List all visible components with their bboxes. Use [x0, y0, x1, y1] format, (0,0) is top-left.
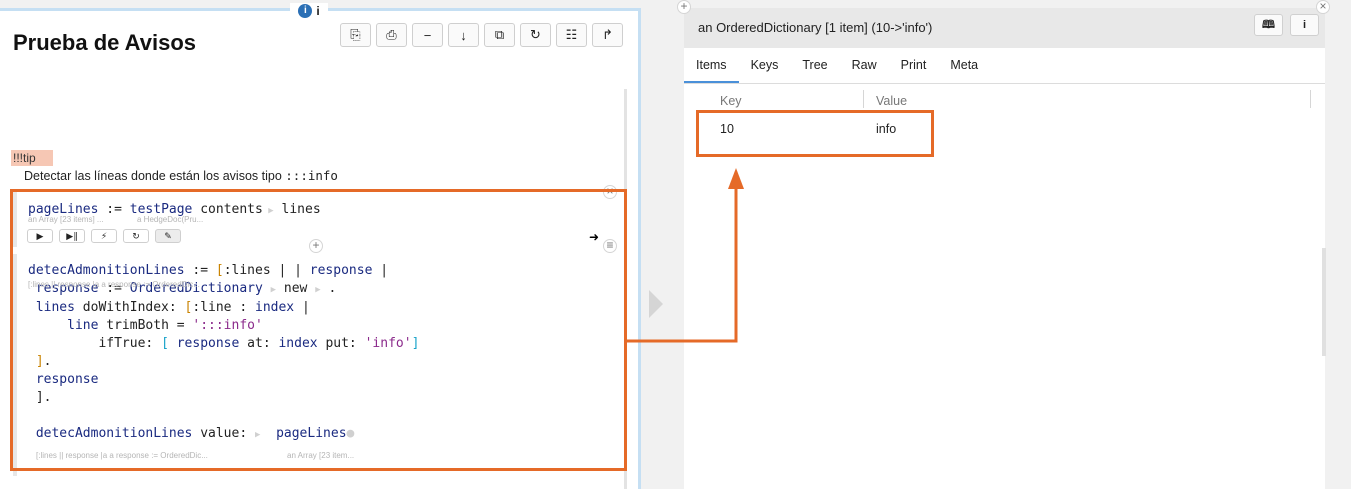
- clipboard-icon[interactable]: ☷: [556, 23, 587, 47]
- page-title: Prueba de Avisos: [13, 30, 196, 55]
- print-icon[interactable]: ⎙: [376, 23, 407, 47]
- column-separator-end: [1310, 90, 1311, 108]
- inspector-header: an OrderedDictionary [1 item] (10->'info…: [684, 8, 1325, 48]
- refresh-icon[interactable]: ↻: [520, 23, 551, 47]
- screen: i i Prueba de Avisos ⎘ ⎙ − ↓ ⧉ ↻ ☷ ↱ !!!…: [0, 0, 1351, 489]
- tab-raw[interactable]: Raw: [840, 48, 889, 83]
- tab-print[interactable]: Print: [889, 48, 939, 83]
- tip-badge: !!!tip: [11, 150, 53, 166]
- tip-code: :::info: [285, 168, 338, 183]
- info-icon[interactable]: i: [316, 4, 319, 18]
- tip-description: Detectar las líneas donde están los avis…: [24, 169, 282, 183]
- column-key[interactable]: Key: [720, 94, 742, 108]
- duplicate-icon[interactable]: ⧉: [484, 23, 515, 47]
- tab-keys[interactable]: Keys: [739, 48, 791, 83]
- tip-text: Detectar las líneas donde están los avis…: [24, 168, 338, 183]
- inspector-panel: an OrderedDictionary [1 item] (10->'info…: [684, 8, 1325, 489]
- info-dot-icon[interactable]: i: [298, 4, 313, 18]
- tab-items[interactable]: Items: [684, 48, 739, 83]
- annotation-box-code: [10, 189, 627, 471]
- book-icon[interactable]: 🕮: [1254, 14, 1283, 36]
- copy-icon[interactable]: ⎘: [340, 23, 371, 47]
- tab-tree[interactable]: Tree: [790, 48, 839, 83]
- page-info-toggle[interactable]: i i: [290, 3, 328, 19]
- inspector-tabs: Items Keys Tree Raw Print Meta: [684, 48, 1325, 84]
- inspector-scrollbar[interactable]: [1322, 248, 1326, 356]
- share-icon[interactable]: ↱: [592, 23, 623, 47]
- page-toolbar: ⎘ ⎙ − ↓ ⧉ ↻ ☷ ↱: [340, 23, 623, 47]
- add-pane-plus-icon[interactable]: +: [677, 0, 691, 14]
- minus-icon[interactable]: −: [412, 23, 443, 47]
- down-arrow-icon[interactable]: ↓: [448, 23, 479, 47]
- column-value[interactable]: Value: [876, 94, 907, 108]
- tab-meta[interactable]: Meta: [938, 48, 990, 83]
- inspector-title: an OrderedDictionary [1 item] (10->'info…: [698, 20, 933, 35]
- pane-separator-arrow-icon[interactable]: [649, 290, 663, 318]
- column-separator: [863, 90, 864, 108]
- close-pane-icon[interactable]: ×: [1316, 0, 1330, 14]
- info-button[interactable]: i: [1290, 14, 1319, 36]
- annotation-box-result: [696, 110, 934, 157]
